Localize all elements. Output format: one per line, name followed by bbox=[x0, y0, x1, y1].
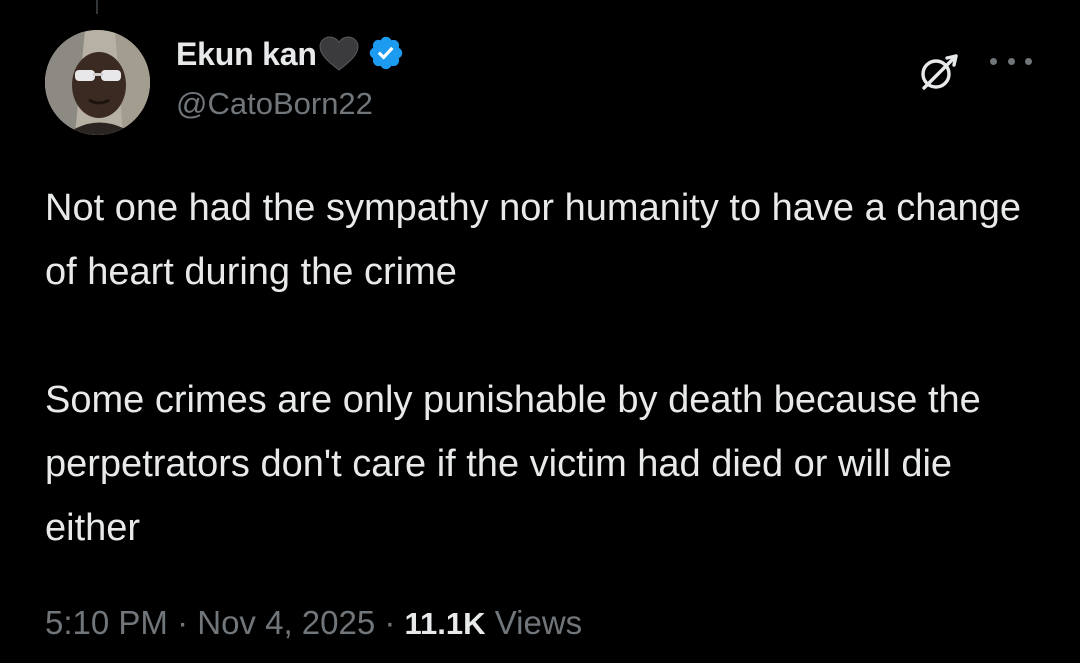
verified-badge-icon[interactable] bbox=[367, 34, 405, 77]
meta-separator: · bbox=[167, 604, 198, 641]
views-count[interactable]: 11.1K bbox=[405, 606, 486, 641]
tweet-paragraph: Not one had the sympathy nor humanity to… bbox=[45, 187, 1021, 293]
tweet-paragraph: Some crimes are only punishable by death… bbox=[45, 379, 981, 549]
more-options-icon[interactable] bbox=[990, 54, 1032, 68]
author-handle[interactable]: @CatoBorn22 bbox=[176, 86, 373, 122]
meta-separator: · bbox=[375, 604, 405, 641]
grok-icon[interactable] bbox=[916, 50, 960, 94]
more-dot bbox=[1007, 57, 1015, 65]
author-display-name[interactable]: Ekun kan bbox=[176, 36, 317, 73]
thread-connector-line bbox=[96, 0, 98, 14]
tweet-text: Not one had the sympathy nor humanity to… bbox=[45, 176, 1055, 560]
tweet-time[interactable]: 5:10 PM bbox=[45, 604, 168, 641]
tweet-date[interactable]: Nov 4, 2025 bbox=[197, 604, 375, 641]
black-heart-icon bbox=[319, 35, 359, 77]
avatar-photo bbox=[45, 30, 150, 135]
author-name-row[interactable]: Ekun kan bbox=[176, 34, 405, 74]
avatar[interactable] bbox=[45, 30, 150, 135]
more-dot bbox=[990, 57, 997, 65]
tweet-metadata: 5:10 PM · Nov 4, 2025 · 11.1K Views bbox=[45, 604, 582, 642]
views-label: Views bbox=[494, 604, 583, 641]
more-dot bbox=[1025, 57, 1032, 65]
